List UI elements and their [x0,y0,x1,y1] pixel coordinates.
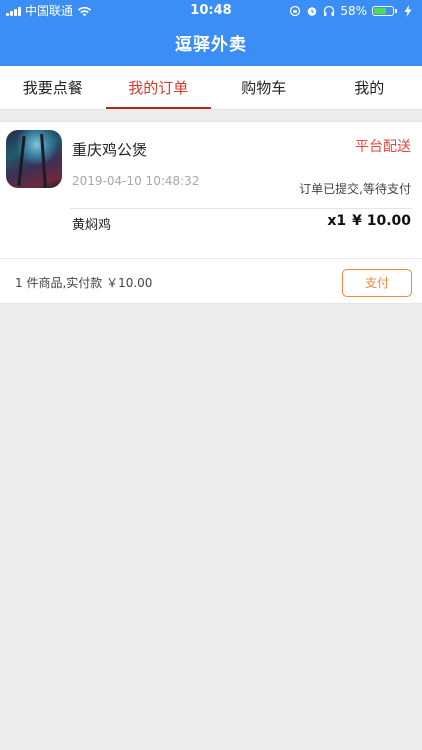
order-footer-divider [0,258,422,259]
order-time: 2019-04-10 10:48:32 [72,174,200,188]
status-bar: 中国联通 10:48 58% [0,0,422,22]
item-price: ¥ 10.00 [352,213,411,229]
tab-bar: 我要点餐 我的订单 购物车 我的 [0,66,422,110]
item-price-group: x1 ¥ 10.00 [327,213,411,229]
page-title: 逗驿外卖 [175,35,247,55]
alarm-icon [306,5,318,17]
tab-my-orders[interactable]: 我的订单 [105,66,212,109]
status-bar-right: 58% [289,0,414,22]
app-header: 中国联通 10:48 58% 逗驿外卖 [0,0,422,66]
order-summary: 1 件商品,实付款 ￥10.00 [15,276,153,290]
tab-mine[interactable]: 我的 [317,66,422,109]
shop-thumbnail [6,130,62,188]
headphones-icon [323,5,335,17]
tab-shopping-cart[interactable]: 购物车 [211,66,317,109]
item-quantity: x1 [327,213,347,229]
tab-order-food[interactable]: 我要点餐 [0,66,106,109]
battery-percent: 58% [340,4,367,18]
delivery-type: 平台配送 [355,139,411,155]
item-name: 黄焖鸡 [72,218,112,233]
shop-name: 重庆鸡公煲 [72,141,148,159]
pay-button[interactable]: 支付 [342,269,412,297]
item-divider [70,208,412,209]
order-status: 订单已提交,等待支付 [299,182,411,196]
battery-icon [372,6,397,16]
order-card[interactable]: 重庆鸡公煲 平台配送 2019-04-10 10:48:32 订单已提交,等待支… [0,121,422,304]
charging-icon [402,5,414,17]
rotation-lock-icon [289,5,301,17]
